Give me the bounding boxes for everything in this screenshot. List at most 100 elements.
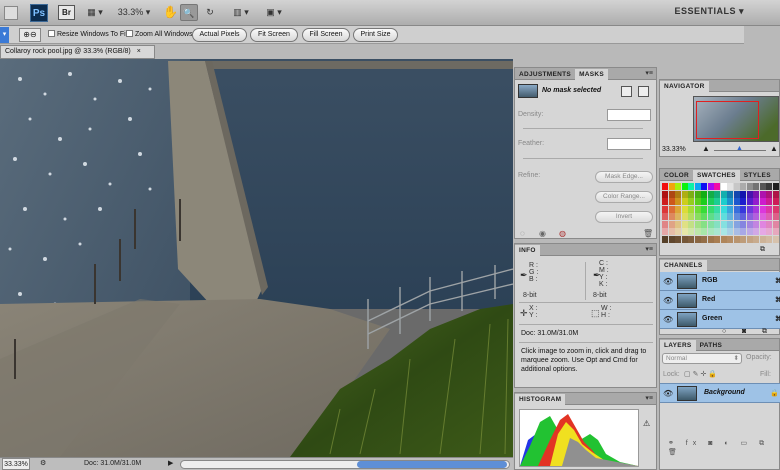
swatch-cell[interactable]	[746, 220, 753, 228]
swatch-cell[interactable]	[766, 213, 772, 220]
swatch-cell[interactable]	[681, 205, 688, 213]
swatch-cell[interactable]	[766, 190, 772, 198]
swatch-cell[interactable]	[766, 183, 772, 190]
swatch-cell[interactable]	[753, 220, 759, 228]
swatch-cell[interactable]	[688, 183, 694, 190]
swatch-cell[interactable]	[720, 235, 727, 243]
fill-screen-button[interactable]: Fill Screen	[302, 28, 350, 42]
launch-icon[interactable]	[4, 6, 18, 20]
swatch-cell[interactable]	[733, 205, 740, 213]
swatch-cell[interactable]	[727, 190, 733, 198]
panel-menu-icon[interactable]: ▾≡	[645, 68, 653, 79]
swatch-cell[interactable]	[759, 228, 766, 235]
swatch-cell[interactable]	[681, 228, 688, 235]
zoom-in-out-icon[interactable]: ⊕⊖	[19, 28, 41, 42]
swatch-cell[interactable]	[707, 228, 714, 235]
swatch-cell[interactable]	[733, 235, 740, 243]
swatch-cell[interactable]	[688, 198, 694, 205]
swatch-cell[interactable]	[720, 183, 727, 190]
swatch-cell[interactable]	[701, 183, 707, 190]
swatch-cell[interactable]	[675, 213, 681, 220]
tab-color[interactable]: COLOR	[660, 170, 693, 181]
fit-screen-button[interactable]: Fit Screen	[250, 28, 298, 42]
visibility-eye-icon[interactable]: 👁	[663, 389, 673, 398]
swatch-cell[interactable]	[714, 198, 720, 205]
swatch-cell[interactable]	[772, 183, 779, 190]
swatch-cell[interactable]	[746, 183, 753, 190]
visibility-eye-icon[interactable]: 👁	[663, 296, 673, 305]
swatch-cell[interactable]	[701, 220, 707, 228]
swatch-cell[interactable]	[766, 205, 772, 213]
workspace-switcher[interactable]: ESSENTIALS ▾	[674, 6, 744, 17]
channel-row-green[interactable]: 👁 Green ⌘	[660, 310, 780, 329]
apply-mask-icon[interactable]: ◉	[539, 229, 546, 238]
status-zoom-field[interactable]: 33.33%	[2, 458, 30, 470]
tab-navigator[interactable]: NAVIGATOR	[660, 81, 709, 92]
swatch-cell[interactable]	[701, 198, 707, 205]
swatch-cell[interactable]	[668, 183, 675, 190]
navigator-zoom[interactable]: 33.33%	[662, 146, 686, 153]
navigator-thumbnail[interactable]	[693, 96, 779, 142]
swatch-cell[interactable]	[772, 220, 779, 228]
swatch-cell[interactable]	[714, 183, 720, 190]
swatch-cell[interactable]	[694, 198, 701, 205]
visibility-eye-icon[interactable]: 👁	[663, 315, 673, 324]
color-range-button[interactable]: Color Range...	[595, 191, 653, 203]
swatch-cell[interactable]	[720, 213, 727, 220]
swatch-cell[interactable]	[766, 198, 772, 205]
new-channel-icon[interactable]: ⧉	[762, 328, 767, 336]
swatch-cell[interactable]	[694, 228, 701, 235]
swatch-cell[interactable]	[733, 190, 740, 198]
swatch-cell[interactable]	[740, 190, 746, 198]
swatch-cell[interactable]	[662, 198, 668, 205]
swatch-cell[interactable]	[675, 198, 681, 205]
swatch-cell[interactable]	[740, 198, 746, 205]
swatch-cell[interactable]	[733, 213, 740, 220]
swatch-cell[interactable]	[753, 183, 759, 190]
density-slider[interactable]	[523, 128, 643, 129]
swatch-cell[interactable]	[733, 228, 740, 235]
horizontal-scrollbar[interactable]	[180, 460, 510, 469]
status-menu-icon[interactable]: ▶	[168, 458, 173, 470]
swatch-cell[interactable]	[694, 183, 701, 190]
feather-slider[interactable]	[523, 158, 643, 159]
navigator-view-box[interactable]	[696, 101, 759, 139]
swatch-cell[interactable]	[753, 228, 759, 235]
swatch-cell[interactable]	[772, 198, 779, 205]
swatch-cell[interactable]	[746, 228, 753, 235]
swatch-cell[interactable]	[675, 220, 681, 228]
swatch-cell[interactable]	[681, 198, 688, 205]
swatch-cell[interactable]	[772, 190, 779, 198]
channel-row-rgb[interactable]: 👁 RGB ⌘	[660, 272, 780, 291]
swatch-cell[interactable]	[694, 220, 701, 228]
blend-mode-select[interactable]: Normal ⬍	[662, 353, 742, 364]
hand-tool-icon[interactable]: ✋	[163, 4, 178, 21]
panel-menu-icon[interactable]: ▾≡	[645, 393, 653, 404]
swatch-cell[interactable]	[759, 198, 766, 205]
swatch-cell[interactable]	[694, 205, 701, 213]
layers-footer-icons[interactable]: ⚭ fx ◙ ◐ ▭ ⧉ 🗑	[668, 439, 779, 456]
swatch-cell[interactable]	[759, 190, 766, 198]
resize-windows-checkbox[interactable]: Resize Windows To Fit	[48, 30, 128, 40]
swatch-cell[interactable]	[701, 213, 707, 220]
swatch-cell[interactable]	[740, 183, 746, 190]
tab-styles[interactable]: STYLES	[740, 170, 775, 181]
rotate-view-icon[interactable]: ↻	[203, 4, 217, 21]
swatch-cell[interactable]	[740, 205, 746, 213]
swatch-cell[interactable]	[733, 220, 740, 228]
swatch-cell[interactable]	[766, 235, 772, 243]
swatch-cell[interactable]	[740, 235, 746, 243]
swatch-cell[interactable]	[727, 183, 733, 190]
swatch-cell[interactable]	[681, 183, 688, 190]
swatch-cell[interactable]	[753, 190, 759, 198]
swatch-cell[interactable]	[746, 213, 753, 220]
swatch-cell[interactable]	[681, 190, 688, 198]
swatch-cell[interactable]	[707, 213, 714, 220]
swatch-cell[interactable]	[675, 183, 681, 190]
histogram-warning-icon[interactable]: ⚠	[643, 419, 650, 428]
swatch-cell[interactable]	[733, 198, 740, 205]
swatch-cell[interactable]	[668, 235, 675, 243]
swatch-cell[interactable]	[668, 228, 675, 235]
swatch-cell[interactable]	[694, 190, 701, 198]
close-document-icon[interactable]: ×	[137, 48, 141, 55]
